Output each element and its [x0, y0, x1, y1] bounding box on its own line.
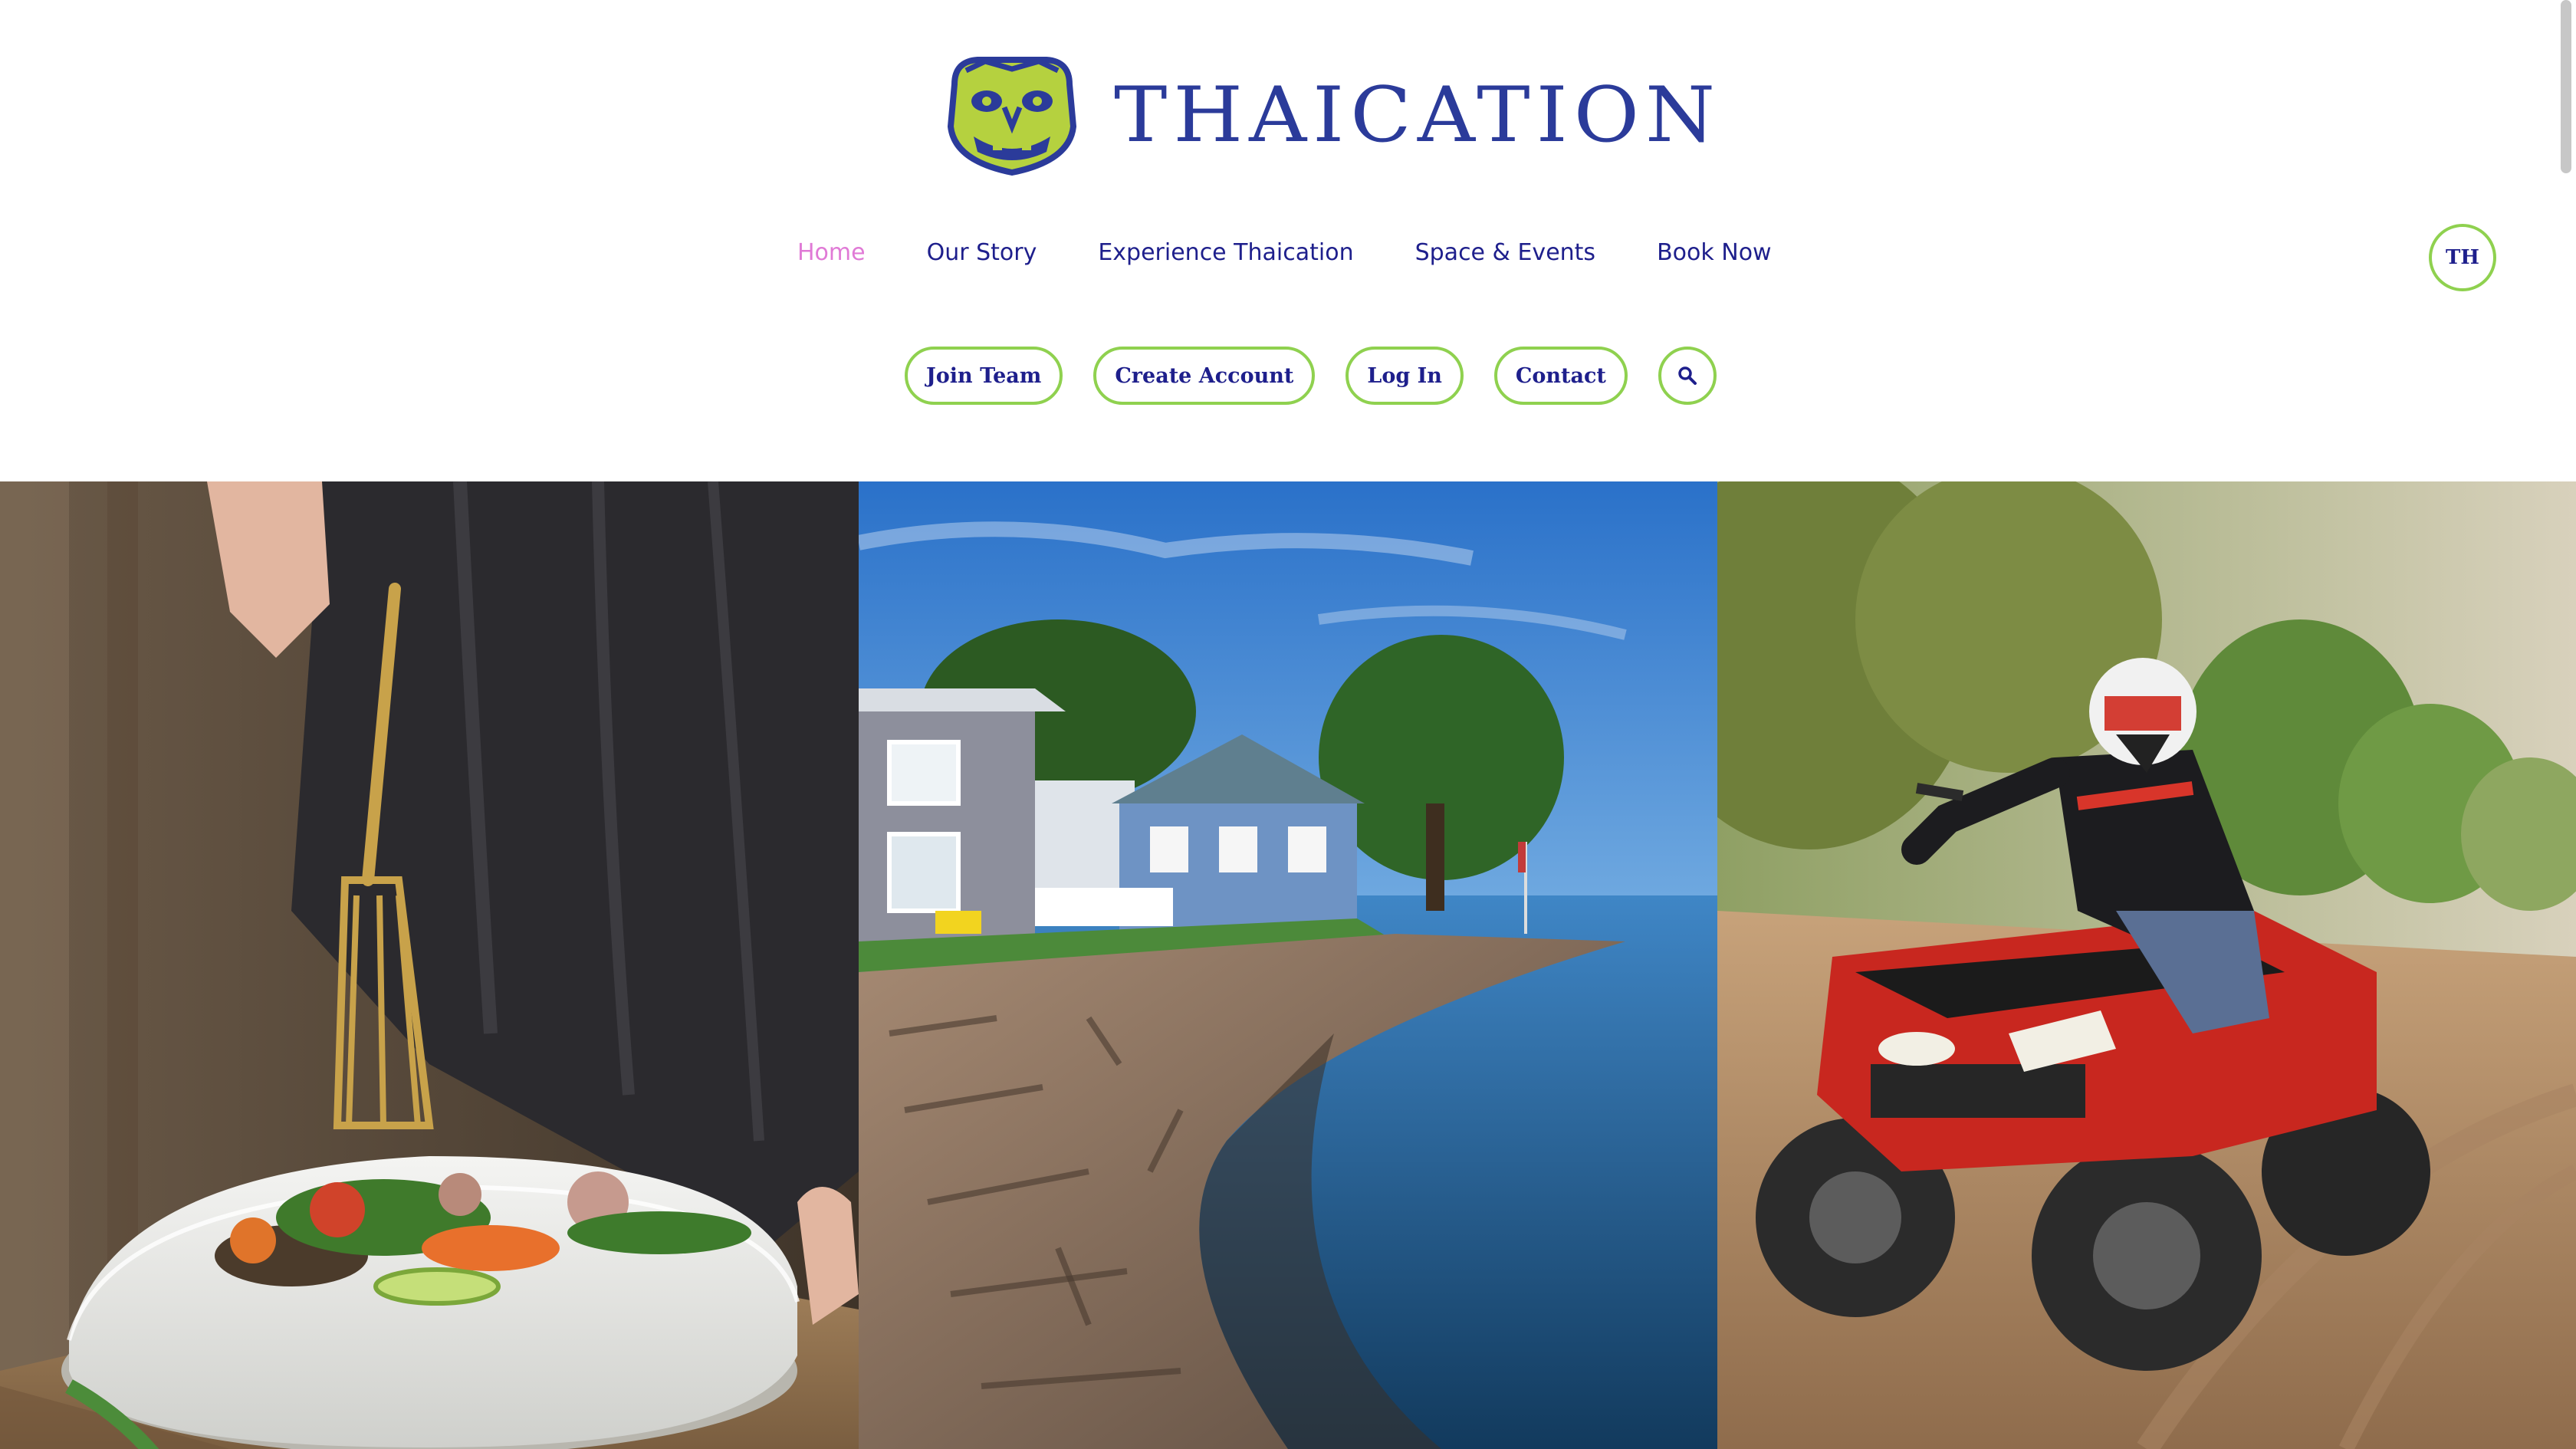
account-actions: Join Team Create Account Log In Contact [905, 347, 1717, 405]
hero-gallery [0, 481, 2576, 1449]
hero-image-coast [859, 481, 1717, 1449]
page-scrollbar[interactable] [2561, 0, 2571, 173]
nav-our-story[interactable]: Our Story [927, 239, 1037, 266]
nav-space-events[interactable]: Space & Events [1415, 239, 1595, 266]
contact-button[interactable]: Contact [1493, 347, 1628, 405]
search-icon [1678, 366, 1697, 385]
nav-book-now[interactable]: Book Now [1657, 239, 1772, 266]
hero-image-atv [1717, 481, 2576, 1449]
hero-image-food [0, 481, 859, 1449]
language-toggle-button[interactable]: TH [2429, 224, 2496, 291]
search-button[interactable] [1658, 347, 1717, 405]
brand-name: THAICATION [1114, 71, 1721, 159]
nav-experience-thaication[interactable]: Experience Thaication [1098, 239, 1353, 266]
log-in-button[interactable]: Log In [1346, 347, 1464, 405]
brand-logo[interactable]: THAICATION [939, 54, 1721, 176]
nav-home[interactable]: Home [797, 239, 866, 266]
thai-mask-icon [947, 57, 1077, 176]
create-account-button[interactable]: Create Account [1093, 347, 1316, 405]
main-nav: Home Our Story Experience Thaication Spa… [797, 239, 1772, 266]
page: THAICATION Home Our Story Experience Tha… [0, 0, 2576, 1449]
join-team-button[interactable]: Join Team [905, 347, 1063, 405]
